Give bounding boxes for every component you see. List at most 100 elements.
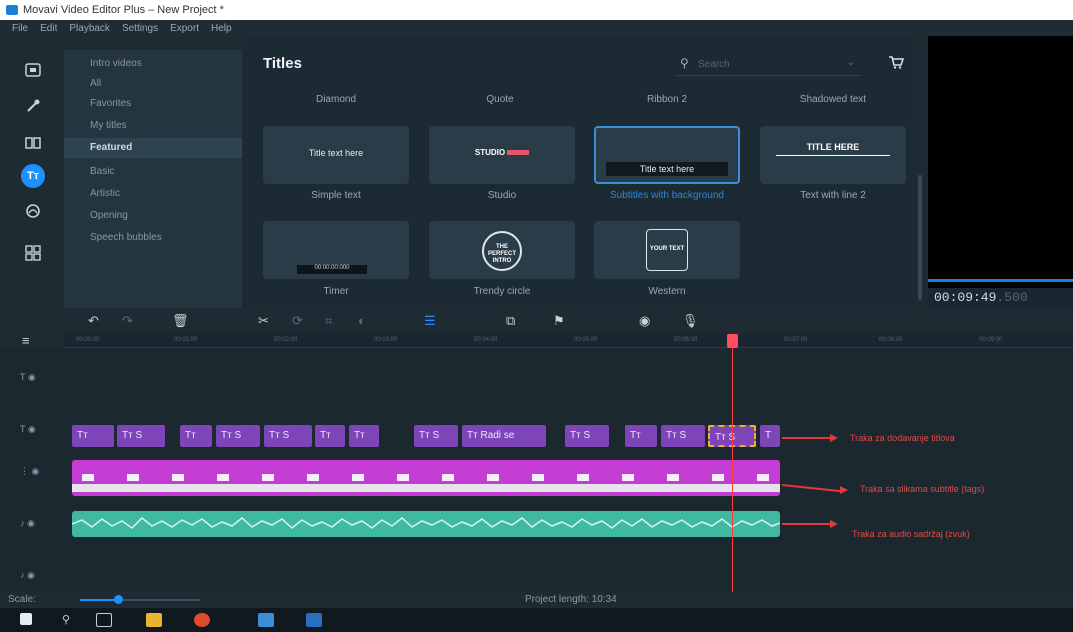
title-clip[interactable]: Tт bbox=[625, 425, 657, 447]
timeline-ruler[interactable]: 00:00:00 00:01:00 00:02:00 00:03:00 00:0… bbox=[64, 334, 1073, 348]
playhead-line bbox=[732, 334, 733, 596]
import-icon[interactable] bbox=[21, 58, 45, 82]
annotation-arrowhead bbox=[830, 520, 838, 528]
menu-bar: File Edit Playback Settings Export Help bbox=[0, 20, 1073, 36]
titles-scrollbar[interactable] bbox=[918, 175, 922, 300]
title-card-western[interactable]: YOUR TEXT bbox=[594, 221, 740, 279]
preview-progress-line[interactable] bbox=[928, 279, 1073, 282]
windows-start-icon[interactable] bbox=[20, 613, 32, 625]
timeline-toolbar: ≡ ↶ ↷ 🗑 ✂ ⟳ ⌗ ◐ ☰ ⧉ ⚑ ◉ 🎙 bbox=[0, 308, 1073, 348]
rotate-icon[interactable]: ⟳ bbox=[292, 313, 303, 329]
titles-icon[interactable]: Tт bbox=[21, 164, 45, 188]
title-clip[interactable]: Tт bbox=[180, 425, 212, 447]
ruler-tick: 00:04:00 bbox=[474, 337, 498, 343]
slideshow-icon[interactable]: ⧉ bbox=[506, 313, 515, 329]
task-view-icon[interactable] bbox=[96, 613, 112, 627]
category-all[interactable]: All bbox=[90, 78, 101, 89]
marker-flag-icon[interactable]: ⚑ bbox=[553, 313, 565, 329]
menu-settings[interactable]: Settings bbox=[122, 23, 158, 34]
thumb-block bbox=[757, 474, 769, 481]
word-taskbar-icon[interactable] bbox=[306, 613, 322, 627]
file-explorer-icon[interactable] bbox=[146, 613, 162, 627]
title-clip[interactable]: Tт S bbox=[264, 425, 312, 447]
playhead-handle[interactable] bbox=[727, 334, 738, 348]
search-input[interactable]: ⚲ Search ⌄ bbox=[676, 54, 861, 76]
title-clip[interactable]: T bbox=[760, 425, 780, 447]
title-clip[interactable]: Tт Radi se bbox=[462, 425, 546, 447]
titles-content-panel: Titles ⚲ Search ⌄ Diamond Quote Ribbon 2… bbox=[242, 36, 916, 308]
title-label-quote[interactable]: Quote bbox=[427, 94, 573, 105]
card-thumb-text: 00:00:00:000 bbox=[297, 265, 367, 274]
title-clip[interactable]: Tт S bbox=[414, 425, 458, 447]
card-label-trendy-circle: Trendy circle bbox=[473, 286, 531, 297]
crop-icon[interactable]: ⌗ bbox=[325, 313, 332, 329]
delete-icon[interactable]: 🗑 bbox=[172, 313, 189, 329]
stickers-icon[interactable] bbox=[21, 199, 45, 223]
card-label-studio: Studio bbox=[487, 190, 517, 201]
category-featured[interactable]: Featured bbox=[64, 138, 242, 158]
title-categories-panel: Intro videos All Favorites My titles Fea… bbox=[64, 50, 242, 308]
audio-track-controls-icon[interactable]: ♪ ◉ bbox=[20, 518, 35, 529]
transitions-icon[interactable] bbox=[21, 131, 45, 155]
category-artistic[interactable]: Artistic bbox=[90, 188, 120, 199]
category-speech-bubbles[interactable]: Speech bubbles bbox=[90, 232, 162, 243]
subtitle-image-clip[interactable] bbox=[72, 460, 780, 496]
menu-file[interactable]: File bbox=[12, 23, 28, 34]
clip-properties-icon[interactable]: ☰ bbox=[424, 313, 436, 329]
track-controls-icon[interactable]: T ◉ bbox=[20, 372, 36, 383]
search-icon[interactable]: ⚲ bbox=[62, 613, 78, 627]
chevron-down-icon[interactable]: ⌄ bbox=[847, 57, 855, 68]
title-card-trendy-circle[interactable]: THE PERFECT INTRO bbox=[429, 221, 575, 279]
card-thumb-text: YOUR TEXT bbox=[646, 229, 688, 271]
chrome-icon[interactable] bbox=[194, 613, 210, 627]
title-clip[interactable]: Tт S bbox=[565, 425, 609, 447]
title-card-subtitles-with-background[interactable]: Title text here bbox=[594, 126, 740, 184]
timeline-scale-slider[interactable] bbox=[80, 595, 200, 604]
category-my-titles[interactable]: My titles bbox=[90, 120, 127, 131]
record-audio-icon[interactable]: 🎙 bbox=[682, 313, 699, 329]
menu-playback[interactable]: Playback bbox=[69, 23, 110, 34]
menu-help[interactable]: Help bbox=[211, 23, 232, 34]
cut-icon[interactable]: ✂ bbox=[258, 313, 269, 329]
ruler-tick: 00:09:00 bbox=[979, 337, 1003, 343]
movavi-taskbar-icon[interactable] bbox=[258, 613, 274, 627]
title-clip[interactable]: Tт S bbox=[216, 425, 260, 447]
category-intro-videos[interactable]: Intro videos bbox=[90, 58, 142, 69]
window-title: Movavi Video Editor Plus – New Project * bbox=[23, 4, 224, 16]
slider-knob[interactable] bbox=[114, 595, 124, 604]
video-track-controls-icon[interactable]: ⋮ ◉ bbox=[20, 466, 39, 477]
magic-wand-icon[interactable] bbox=[21, 94, 45, 118]
undo-icon[interactable]: ↶ bbox=[88, 313, 99, 329]
title-clip[interactable]: Tт S bbox=[117, 425, 165, 447]
more-tools-icon[interactable] bbox=[21, 241, 45, 265]
add-track-icon[interactable]: ≡ bbox=[22, 333, 30, 348]
menu-edit[interactable]: Edit bbox=[40, 23, 57, 34]
title-card-studio[interactable]: STUDIO bbox=[429, 126, 575, 184]
music-track-controls-icon[interactable]: ♪ ◉ bbox=[20, 570, 35, 581]
category-basic[interactable]: Basic bbox=[90, 166, 114, 177]
title-card-text-with-line-2[interactable]: TITLE HERE bbox=[760, 126, 906, 184]
audio-clip[interactable] bbox=[72, 511, 780, 537]
title-clip[interactable]: Tт S bbox=[661, 425, 705, 447]
menu-export[interactable]: Export bbox=[170, 23, 199, 34]
thumb-block bbox=[487, 474, 499, 481]
store-cart-icon[interactable] bbox=[888, 55, 905, 72]
category-favorites[interactable]: Favorites bbox=[90, 98, 131, 109]
title-clip[interactable]: Tт bbox=[315, 425, 345, 447]
title-card-simple-text[interactable]: Title text here bbox=[263, 126, 409, 184]
category-featured-label: Featured bbox=[90, 142, 133, 153]
category-opening[interactable]: Opening bbox=[90, 210, 128, 221]
redo-icon[interactable]: ↷ bbox=[122, 313, 133, 329]
color-adjust-icon[interactable]: ◐ bbox=[358, 313, 366, 328]
card-label-simple-text: Simple text bbox=[311, 190, 361, 201]
title-track-controls-icon[interactable]: T ◉ bbox=[20, 424, 36, 435]
title-label-diamond[interactable]: Diamond bbox=[263, 94, 409, 105]
webcam-icon[interactable]: ◉ bbox=[639, 313, 650, 329]
window-titlebar: Movavi Video Editor Plus – New Project * bbox=[0, 0, 1073, 20]
title-clip[interactable]: Tт bbox=[349, 425, 379, 447]
title-label-shadowed-text[interactable]: Shadowed text bbox=[760, 94, 906, 105]
status-bar: Scale: Project length: 10:34 bbox=[0, 592, 1073, 608]
title-label-ribbon-2[interactable]: Ribbon 2 bbox=[594, 94, 740, 105]
title-clip[interactable]: Tт bbox=[72, 425, 114, 447]
title-card-timer[interactable]: 00:00:00:000 bbox=[263, 221, 409, 279]
